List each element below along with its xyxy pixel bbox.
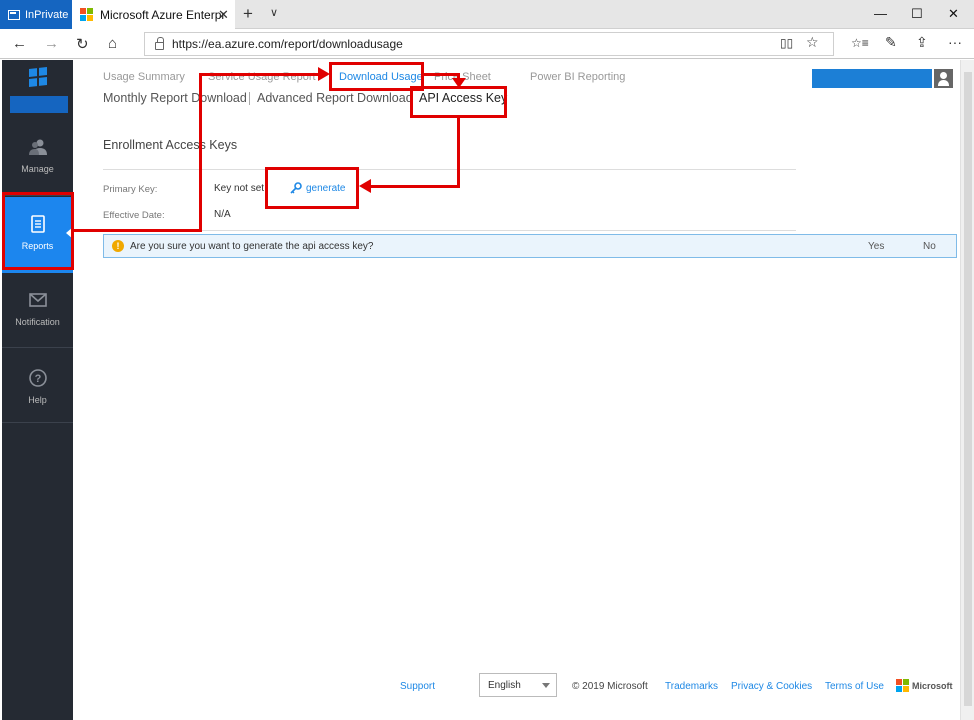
inprivate-icon <box>8 9 20 20</box>
microsoft-footer-logo: Microsoft <box>896 679 953 692</box>
sidebar-item-label: Help <box>28 395 47 405</box>
annotation-arrow-line <box>424 73 460 76</box>
sidebar-item-notification[interactable]: Notification <box>2 273 73 349</box>
sidebar-item-label: Notification <box>15 317 60 327</box>
yes-button[interactable]: Yes <box>868 241 884 252</box>
sidebar-item-manage[interactable]: Manage <box>2 120 73 196</box>
language-select[interactable]: English <box>479 673 557 697</box>
share-icon[interactable]: ⇪ <box>916 34 928 51</box>
home-icon[interactable]: ⌂ <box>108 35 117 52</box>
avatar[interactable] <box>934 69 953 88</box>
annotation-arrowhead <box>318 67 330 81</box>
annotation-arrow-line <box>74 229 201 232</box>
left-sidebar: Manage Reports Notification ? Help <box>2 60 73 720</box>
windows-logo-icon <box>29 67 47 87</box>
favorites-hub-icon[interactable]: ☆≡ <box>851 36 869 50</box>
maximize-icon[interactable]: ☐ <box>911 6 923 22</box>
brand-bar <box>10 96 68 113</box>
back-icon[interactable]: ← <box>12 35 27 52</box>
inprivate-label: InPrivate <box>25 8 69 21</box>
address-bar[interactable]: https://ea.azure.com/report/downloadusag… <box>144 32 834 56</box>
tab-monthly-report-download[interactable]: Monthly Report Download <box>103 91 247 105</box>
sidebar-item-help[interactable]: ? Help <box>2 351 73 427</box>
primary-key-label: Primary Key: <box>103 184 158 195</box>
primary-key-value: Key not set <box>214 183 265 194</box>
language-value: English <box>488 679 521 691</box>
highlight-generate <box>265 167 359 209</box>
copyright-text: © 2019 Microsoft <box>572 681 648 692</box>
confirmation-bar: ! Are you sure you want to generate the … <box>103 234 957 258</box>
microsoft-logo-icon <box>896 679 909 692</box>
chevron-down-icon <box>542 683 550 688</box>
page-scrollbar[interactable] <box>960 60 974 720</box>
subnav-power-bi-reporting[interactable]: Power BI Reporting <box>530 71 625 83</box>
svg-text:?: ? <box>34 373 41 385</box>
annotation-arrowhead <box>359 179 371 193</box>
more-icon[interactable]: ··· <box>948 34 962 50</box>
section-title: Enrollment Access Keys <box>103 138 238 152</box>
highlight-api-access-key <box>410 86 507 118</box>
effective-date-label: Effective Date: <box>103 210 165 221</box>
support-link[interactable]: Support <box>400 681 435 692</box>
sidebar-item-label: Manage <box>21 164 54 174</box>
sidebar-divider <box>2 422 73 423</box>
microsoft-wordmark: Microsoft <box>912 680 953 691</box>
trademarks-link[interactable]: Trademarks <box>665 681 718 692</box>
notes-icon[interactable]: ✎ <box>885 34 897 51</box>
tab-bar: InPrivate Microsoft Azure Enterpr ✕ + ∨ … <box>0 0 974 29</box>
close-window-icon[interactable]: ✕ <box>948 6 959 22</box>
url-text: https://ea.azure.com/report/downloadusag… <box>172 37 403 51</box>
tab-list-icon[interactable]: ∨ <box>270 6 278 19</box>
inprivate-badge[interactable]: InPrivate <box>0 0 72 29</box>
section-divider <box>103 169 796 170</box>
tab-title: Microsoft Azure Enterpr <box>100 7 226 22</box>
annotation-arrow-line <box>370 185 460 188</box>
annotation-arrowhead <box>452 78 466 88</box>
section-divider <box>103 230 796 231</box>
tab-close-icon[interactable]: ✕ <box>218 7 229 23</box>
scrollbar-thumb[interactable] <box>964 72 972 706</box>
subnav-usage-summary[interactable]: Usage Summary <box>103 71 185 83</box>
sidebar-divider <box>2 347 73 348</box>
user-name-bar[interactable] <box>812 69 932 88</box>
effective-date-value: N/A <box>214 209 231 220</box>
lock-icon <box>155 36 164 50</box>
annotation-arrow-line <box>457 118 460 188</box>
privacy-cookies-link[interactable]: Privacy & Cookies <box>731 681 812 692</box>
confirmation-message: Are you sure you want to generate the ap… <box>130 240 374 252</box>
refresh-icon[interactable]: ↻ <box>76 35 89 53</box>
annotation-arrow-line <box>199 73 321 76</box>
annotation-arrow-line <box>199 73 202 232</box>
minimize-icon[interactable]: — <box>874 6 887 21</box>
microsoft-favicon-icon <box>80 8 93 21</box>
mail-icon <box>28 293 47 307</box>
highlight-reports <box>2 192 74 270</box>
navigation-bar: ← → ↻ ⌂ https://ea.azure.com/report/down… <box>0 29 974 59</box>
forward-icon[interactable]: → <box>44 35 59 52</box>
users-icon <box>28 139 47 155</box>
tab-advanced-report-download[interactable]: Advanced Report Download <box>257 91 413 105</box>
favorite-star-icon[interactable]: ☆ <box>806 34 819 51</box>
tab-divider <box>249 92 250 105</box>
new-tab-icon[interactable]: + <box>243 4 253 24</box>
help-icon: ? <box>28 369 47 387</box>
browser-tab[interactable]: Microsoft Azure Enterpr <box>72 0 235 29</box>
terms-of-use-link[interactable]: Terms of Use <box>825 681 884 692</box>
warning-icon: ! <box>112 240 124 252</box>
no-button[interactable]: No <box>923 241 936 252</box>
reading-view-icon[interactable]: ▯▯ <box>780 36 793 50</box>
